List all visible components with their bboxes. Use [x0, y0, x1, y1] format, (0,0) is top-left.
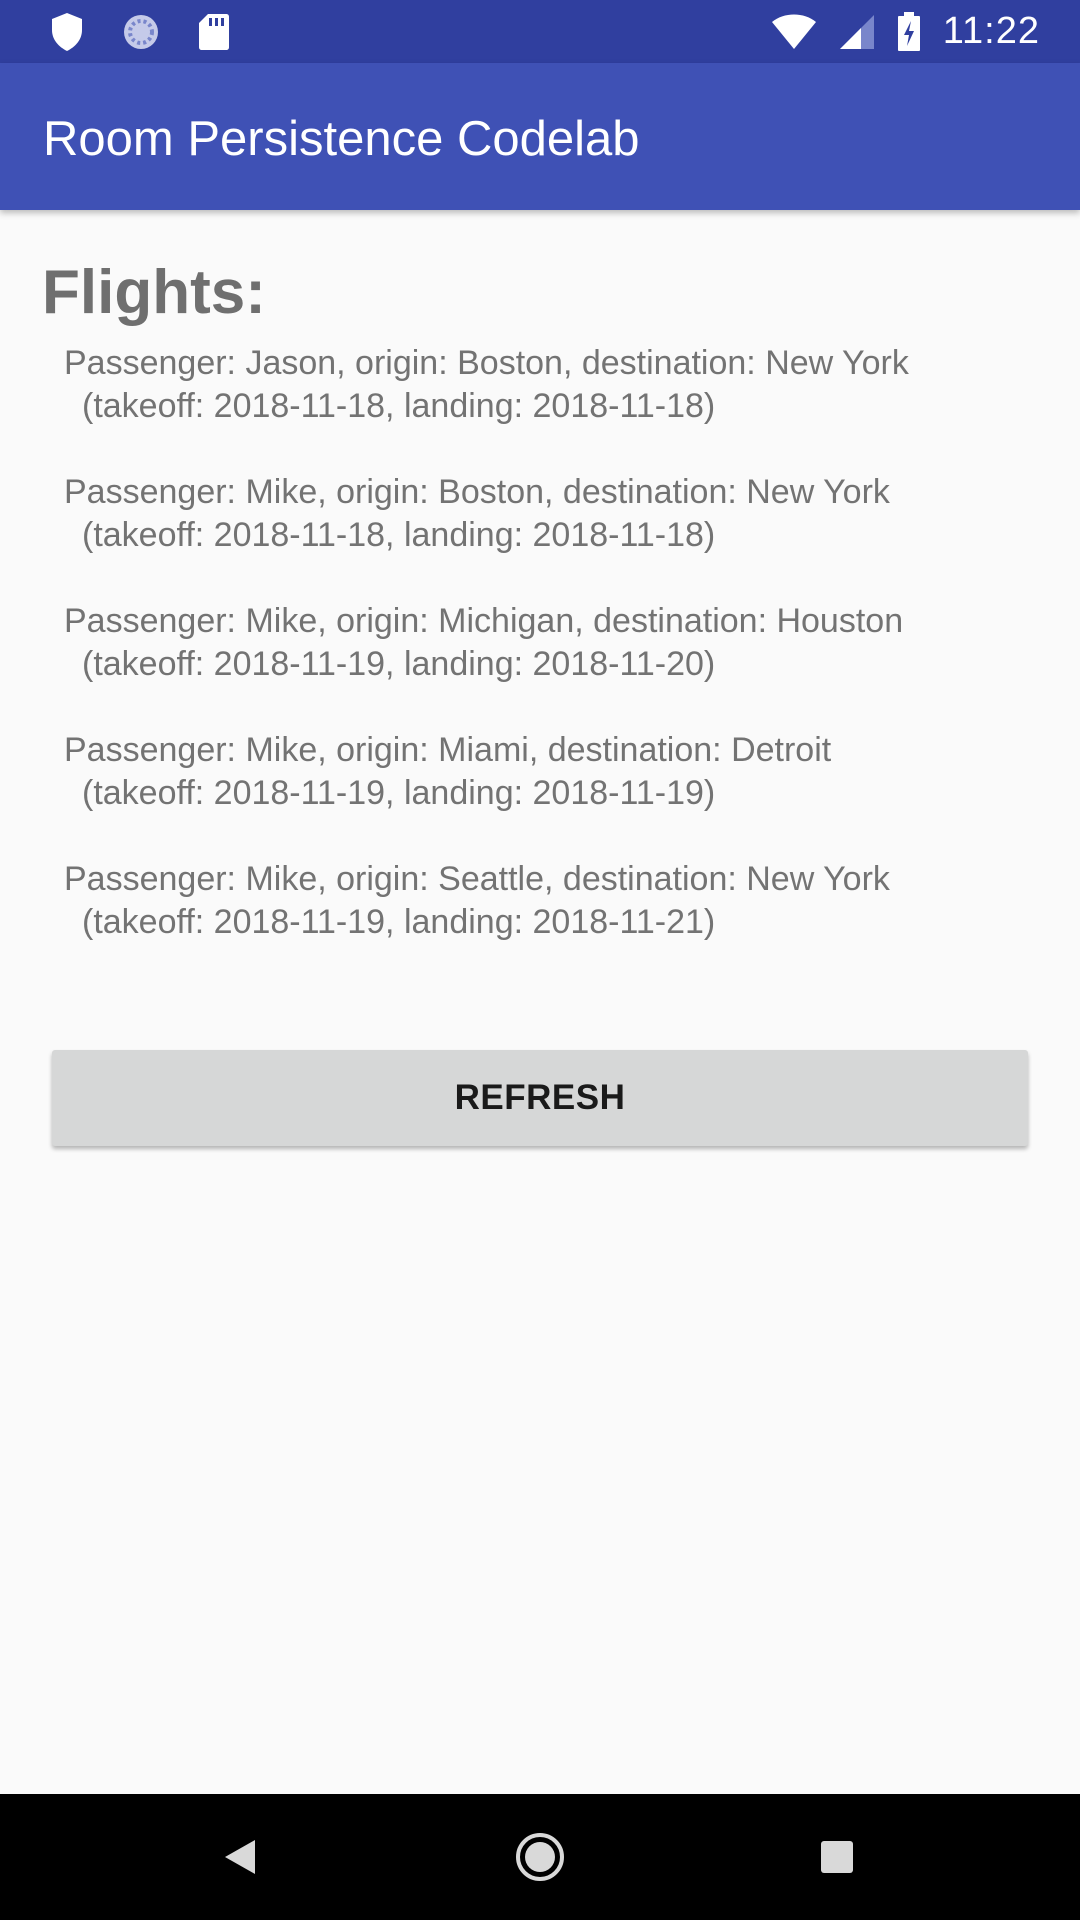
flight-route: Passenger: Mike, origin: Boston, destina…: [64, 473, 890, 511]
clock: 11:22: [942, 10, 1040, 52]
back-button[interactable]: [160, 1794, 320, 1920]
system-status: 11:22: [771, 0, 1040, 63]
flight-dates: (takeoff: 2018-11-18, landing: 2018-11-1…: [82, 387, 716, 425]
list-item: Passenger: Mike, origin: Miami, destinat…: [64, 729, 909, 858]
wifi-icon: [771, 14, 816, 49]
notification-icons: [50, 10, 268, 54]
flight-route: Passenger: Mike, origin: Seattle, destin…: [64, 860, 890, 898]
screen: 11:22 Room Persistence Codelab Flights: …: [0, 0, 1080, 1920]
sd-card-icon: [199, 14, 229, 50]
recents-button[interactable]: [757, 1794, 917, 1920]
app-bar: Room Persistence Codelab: [0, 63, 1080, 210]
flight-list: Passenger: Jason, origin: Boston, destin…: [64, 342, 909, 987]
recents-icon: [821, 1841, 853, 1873]
flight-route: Passenger: Mike, origin: Michigan, desti…: [64, 602, 904, 640]
list-item: Passenger: Mike, origin: Seattle, destin…: [64, 858, 909, 987]
home-icon: [516, 1833, 564, 1881]
flight-dates: (takeoff: 2018-11-19, landing: 2018-11-2…: [82, 645, 716, 683]
flight-route: Passenger: Mike, origin: Miami, destinat…: [64, 731, 832, 769]
status-bar: 11:22: [0, 0, 1080, 63]
shield-icon: [52, 13, 82, 51]
flight-route: Passenger: Jason, origin: Boston, destin…: [64, 344, 909, 382]
back-icon: [225, 1840, 255, 1874]
flights-heading: Flights:: [42, 258, 266, 327]
flight-dates: (takeoff: 2018-11-19, landing: 2018-11-1…: [82, 774, 716, 812]
flight-dates: (takeoff: 2018-11-19, landing: 2018-11-2…: [82, 903, 716, 941]
flight-dates: (takeoff: 2018-11-18, landing: 2018-11-1…: [82, 516, 716, 554]
home-button[interactable]: [460, 1794, 620, 1920]
navigation-bar: [0, 1794, 1080, 1920]
list-item: Passenger: Mike, origin: Boston, destina…: [64, 471, 909, 600]
list-item: Passenger: Mike, origin: Michigan, desti…: [64, 600, 909, 729]
signal-icon: [839, 14, 874, 49]
app-title: Room Persistence Codelab: [43, 112, 640, 166]
battery-charging-icon: [897, 11, 920, 51]
list-item: Passenger: Jason, origin: Boston, destin…: [64, 342, 909, 471]
refresh-button[interactable]: REFRESH: [52, 1050, 1028, 1146]
sync-icon: [124, 15, 158, 49]
